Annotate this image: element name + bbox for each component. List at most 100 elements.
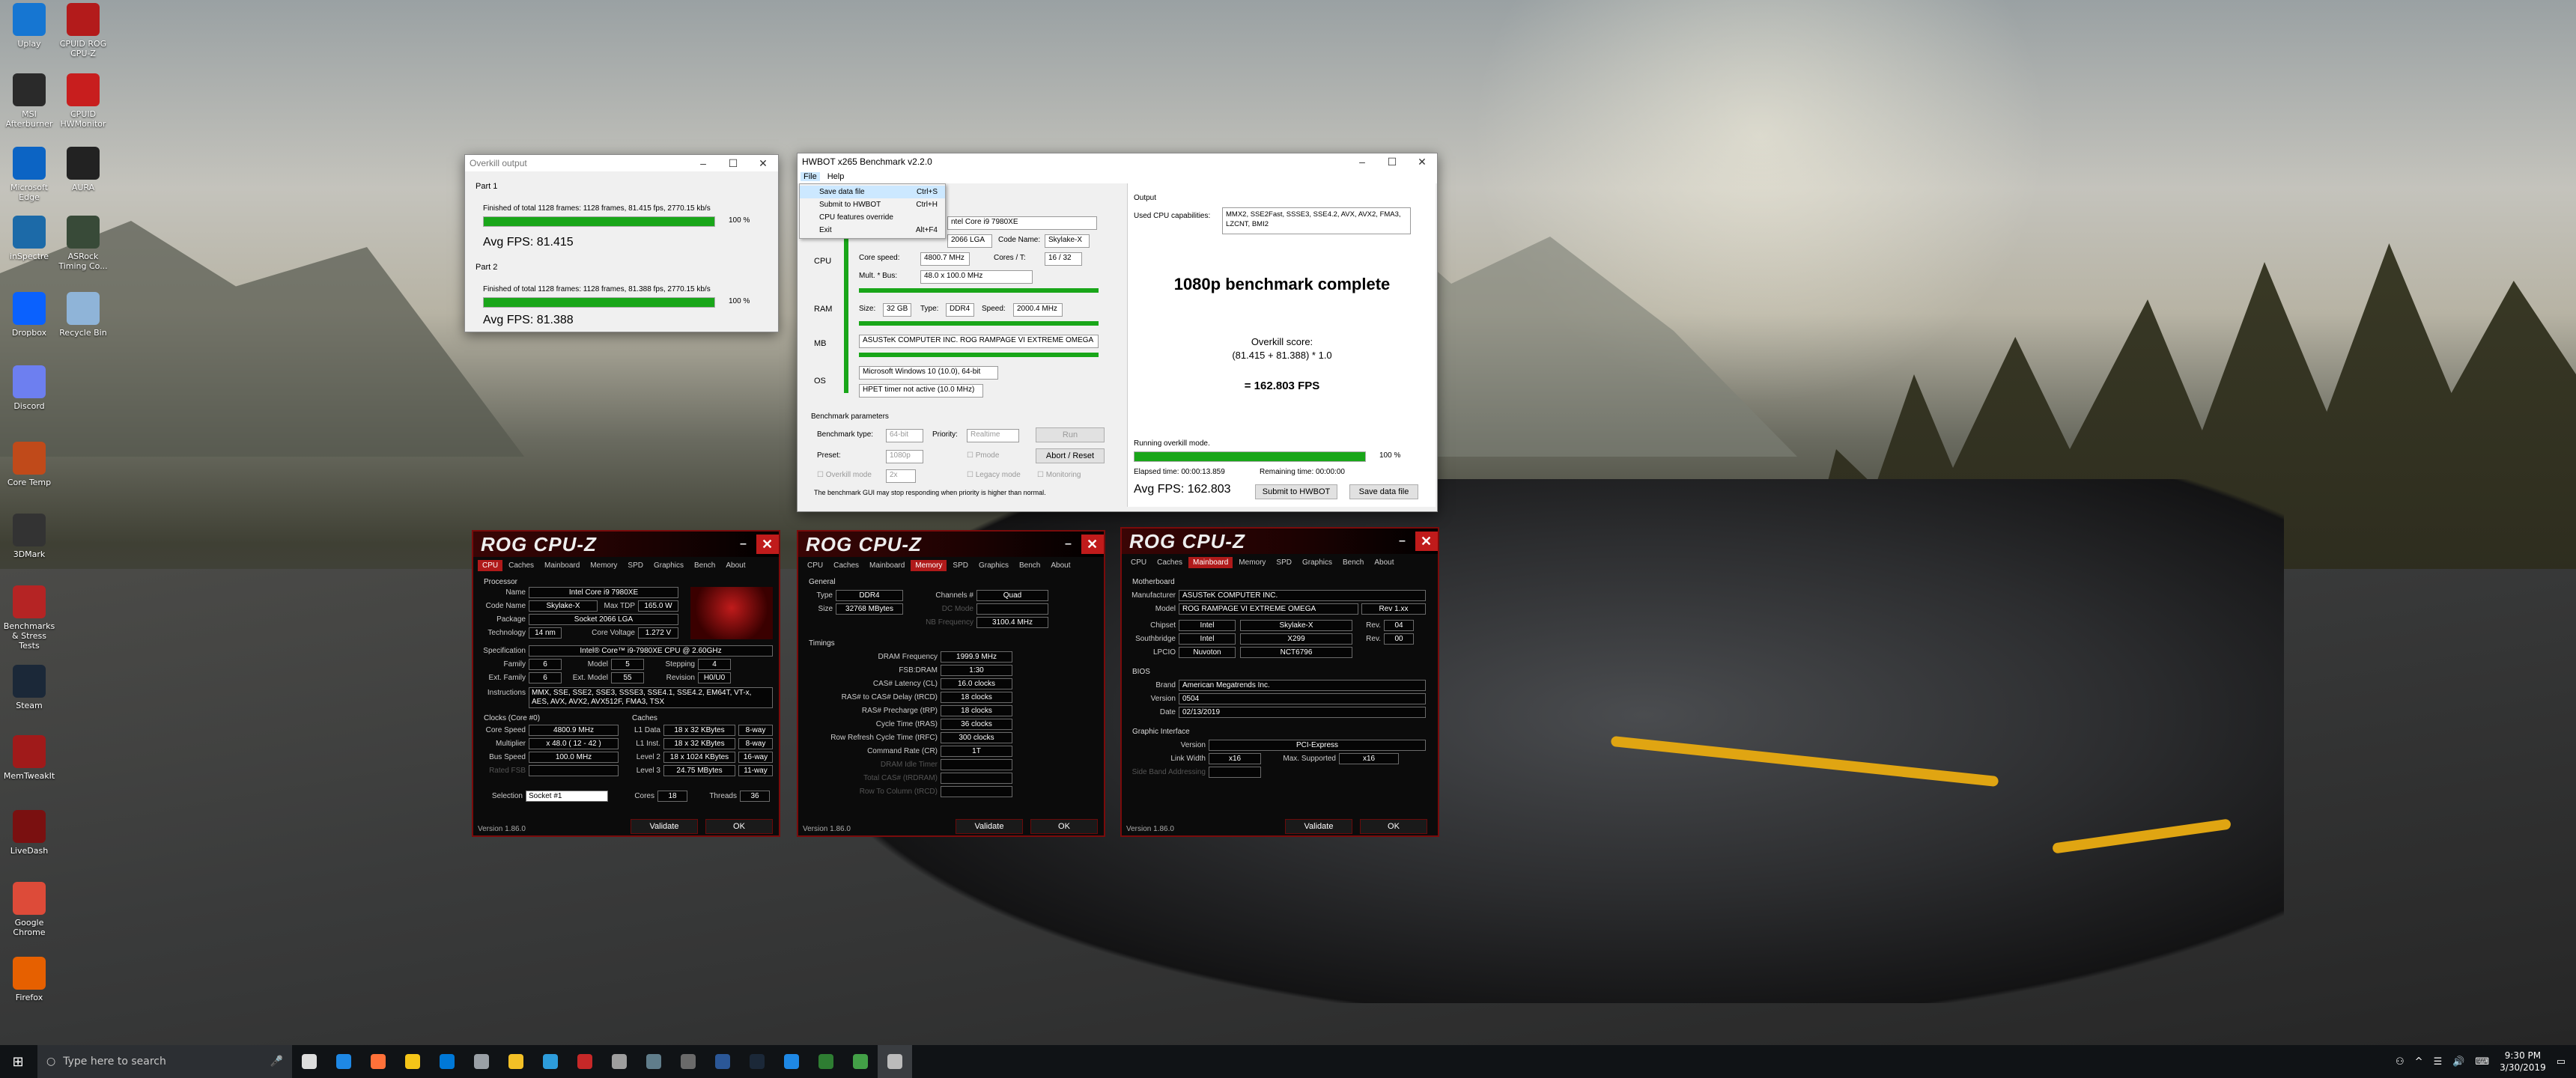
tab-mainboard[interactable]: Mainboard bbox=[540, 560, 584, 571]
desktop-shortcut[interactable]: CPUID HWMonitor bbox=[57, 73, 109, 129]
taskbar-app-icon[interactable] bbox=[774, 1045, 809, 1078]
desktop-shortcut[interactable]: MSI Afterburner bbox=[3, 73, 55, 129]
taskbar-search-box[interactable]: ○ Type here to search 🎤 bbox=[37, 1045, 292, 1078]
tab-memory[interactable]: Memory bbox=[1234, 557, 1270, 568]
start-button[interactable]: ⊞ bbox=[0, 1045, 36, 1078]
tab-graphics[interactable]: Graphics bbox=[1298, 557, 1337, 568]
overkill-select[interactable]: 2x bbox=[886, 469, 916, 483]
taskbar-app-icon[interactable] bbox=[637, 1045, 671, 1078]
desktop-shortcut[interactable]: Recycle Bin bbox=[57, 292, 109, 338]
abort-reset-button[interactable]: Abort / Reset bbox=[1036, 448, 1105, 463]
close-button[interactable]: ✕ bbox=[1407, 156, 1437, 168]
validate-button[interactable]: Validate bbox=[956, 819, 1023, 834]
maximize-button[interactable]: ☐ bbox=[718, 157, 748, 170]
desktop-shortcut[interactable]: AURA bbox=[57, 147, 109, 192]
network-icon[interactable]: ☰ bbox=[2434, 1056, 2443, 1068]
taskbar-edge-icon[interactable] bbox=[326, 1045, 361, 1078]
taskbar-firefox-icon[interactable] bbox=[361, 1045, 395, 1078]
clock[interactable]: 9:30 PM 3/30/2019 bbox=[2500, 1050, 2546, 1074]
desktop-shortcut[interactable]: Firefox bbox=[3, 957, 55, 1002]
minimize-button[interactable]: – bbox=[1393, 535, 1412, 548]
tab-about[interactable]: About bbox=[1370, 557, 1398, 568]
desktop-shortcut[interactable]: Discord bbox=[3, 365, 55, 411]
close-button[interactable]: ✕ bbox=[1081, 535, 1104, 554]
tab-cpu[interactable]: CPU bbox=[478, 560, 503, 571]
desktop-shortcut[interactable]: Dropbox bbox=[3, 292, 55, 338]
close-button[interactable]: ✕ bbox=[756, 535, 779, 554]
minimize-button[interactable]: – bbox=[688, 157, 718, 169]
file-menu-item[interactable]: Save data file Ctrl+S bbox=[800, 186, 945, 198]
ok-button[interactable]: OK bbox=[705, 819, 773, 834]
close-button[interactable]: ✕ bbox=[748, 157, 778, 170]
microphone-icon[interactable]: 🎤 bbox=[270, 1056, 283, 1068]
menu-file[interactable]: File bbox=[801, 172, 820, 181]
preset-select[interactable]: 1080p bbox=[886, 450, 923, 463]
desktop-shortcut[interactable]: Uplay bbox=[3, 3, 55, 49]
desktop-shortcut[interactable]: LiveDash bbox=[3, 810, 55, 856]
taskbar-uplay-icon[interactable] bbox=[533, 1045, 568, 1078]
tab-caches[interactable]: Caches bbox=[829, 560, 863, 571]
taskbar-app-icon[interactable] bbox=[843, 1045, 878, 1078]
desktop-shortcut[interactable]: CPUID ROG CPU-Z bbox=[57, 3, 109, 58]
taskbar-app-icon[interactable] bbox=[671, 1045, 705, 1078]
tab-graphics[interactable]: Graphics bbox=[974, 560, 1013, 571]
file-menu-item[interactable]: Exit Alt+F4 bbox=[800, 224, 945, 237]
tab-bench[interactable]: Bench bbox=[1338, 557, 1368, 568]
taskbar-steam-icon[interactable] bbox=[740, 1045, 774, 1078]
taskbar-store-icon[interactable] bbox=[430, 1045, 464, 1078]
priority-select[interactable]: Realtime bbox=[967, 429, 1019, 442]
menu-help[interactable]: Help bbox=[827, 172, 845, 181]
desktop-shortcut[interactable]: Benchmarks & Stress Tests bbox=[3, 585, 55, 651]
tab-cpu[interactable]: CPU bbox=[1126, 557, 1151, 568]
validate-button[interactable]: Validate bbox=[1285, 819, 1352, 834]
maximize-button[interactable]: ☐ bbox=[1377, 156, 1407, 168]
people-icon[interactable]: ⚇ bbox=[2396, 1056, 2405, 1068]
tab-mainboard[interactable]: Mainboard bbox=[1188, 557, 1233, 568]
desktop-shortcut[interactable]: Microsoft Edge bbox=[3, 147, 55, 202]
minimize-button[interactable]: – bbox=[734, 538, 753, 551]
desktop-shortcut[interactable]: ASRock Timing Co... bbox=[57, 216, 109, 271]
notifications-icon[interactable]: ▭ bbox=[2557, 1056, 2566, 1068]
desktop-shortcut[interactable]: MemTweakIt bbox=[3, 735, 55, 781]
desktop-shortcut[interactable]: Google Chrome bbox=[3, 882, 55, 937]
tab-spd[interactable]: SPD bbox=[1272, 557, 1296, 568]
desktop-shortcut[interactable]: 3DMark bbox=[3, 514, 55, 559]
minimize-button[interactable]: – bbox=[1059, 538, 1078, 551]
file-menu-item[interactable]: Submit to HWBOT Ctrl+H bbox=[800, 198, 945, 211]
ok-button[interactable]: OK bbox=[1360, 819, 1427, 834]
file-menu-item[interactable]: CPU features override bbox=[800, 211, 945, 224]
tab-about[interactable]: About bbox=[721, 560, 750, 571]
desktop-shortcut[interactable]: inSpectre bbox=[3, 216, 55, 261]
tab-cpu[interactable]: CPU bbox=[803, 560, 827, 571]
tab-caches[interactable]: Caches bbox=[504, 560, 538, 571]
tab-spd[interactable]: SPD bbox=[948, 560, 973, 571]
tab-mainboard[interactable]: Mainboard bbox=[865, 560, 909, 571]
tab-about[interactable]: About bbox=[1046, 560, 1075, 571]
run-button[interactable]: Run bbox=[1036, 427, 1105, 442]
show-hidden-icons-icon[interactable]: ^ bbox=[2415, 1056, 2423, 1068]
save-data-file-button[interactable]: Save data file bbox=[1349, 484, 1418, 499]
taskbar-hwbot-icon[interactable] bbox=[878, 1045, 912, 1078]
tab-caches[interactable]: Caches bbox=[1152, 557, 1187, 568]
bench-type-select[interactable]: 64-bit bbox=[886, 429, 923, 442]
tab-memory[interactable]: Memory bbox=[911, 560, 947, 571]
desktop-shortcut[interactable]: Core Temp bbox=[3, 442, 55, 487]
taskbar-app-icon[interactable] bbox=[809, 1045, 843, 1078]
minimize-button[interactable]: – bbox=[1347, 156, 1377, 168]
monitoring-checkbox[interactable]: ☐ Monitoring bbox=[1037, 471, 1081, 479]
taskbar-cpuz-icon[interactable] bbox=[568, 1045, 602, 1078]
submit-hwbot-button[interactable]: Submit to HWBOT bbox=[1255, 484, 1337, 499]
keyboard-icon[interactable]: ⌨ bbox=[2475, 1056, 2489, 1068]
taskbar-file-explorer-icon[interactable] bbox=[395, 1045, 430, 1078]
socket-select[interactable]: Socket #1 bbox=[526, 791, 608, 802]
tab-graphics[interactable]: Graphics bbox=[649, 560, 688, 571]
close-button[interactable]: ✕ bbox=[1415, 532, 1438, 551]
taskbar-mail-icon[interactable] bbox=[499, 1045, 533, 1078]
volume-icon[interactable]: 🔊 bbox=[2452, 1056, 2464, 1068]
pmode-checkbox[interactable]: ☐ Pmode bbox=[967, 451, 999, 460]
overkill-checkbox[interactable]: ☐ Overkill mode bbox=[817, 471, 872, 479]
taskbar-app-icon[interactable] bbox=[602, 1045, 637, 1078]
tab-bench[interactable]: Bench bbox=[1015, 560, 1045, 571]
taskbar-task-view-icon[interactable] bbox=[292, 1045, 326, 1078]
tab-spd[interactable]: SPD bbox=[623, 560, 648, 571]
